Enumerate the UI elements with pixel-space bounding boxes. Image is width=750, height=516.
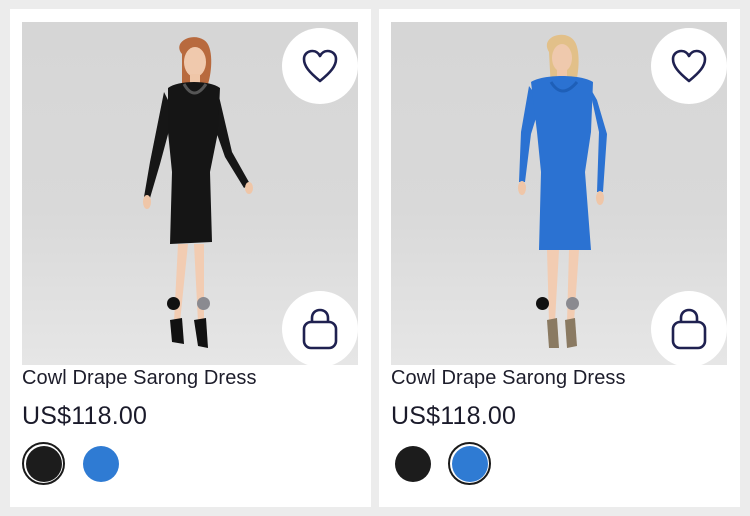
carousel-dot-1[interactable] [536, 297, 549, 310]
carousel-dot-2[interactable] [566, 297, 579, 310]
swatch-fill [394, 445, 431, 482]
product-card[interactable]: Cowl Drape Sarong Dress US$118.00 [379, 9, 740, 507]
product-title[interactable]: Cowl Drape Sarong Dress [22, 367, 257, 390]
product-image[interactable] [391, 22, 727, 365]
product-price: US$118.00 [391, 402, 517, 430]
color-swatches [391, 442, 491, 485]
color-swatch-black[interactable] [391, 442, 434, 485]
carousel-dot-2[interactable] [197, 297, 210, 310]
swatch-fill [82, 445, 119, 482]
wishlist-button[interactable] [651, 28, 727, 104]
product-image[interactable] [22, 22, 358, 365]
product-card[interactable]: Cowl Drape Sarong Dress US$118.00 [10, 9, 371, 507]
add-to-bag-button[interactable] [282, 291, 358, 365]
swatch-fill [25, 445, 62, 482]
heart-icon [302, 49, 338, 83]
color-swatch-blue[interactable] [79, 442, 122, 485]
image-carousel-dots [167, 297, 210, 310]
product-price: US$118.00 [22, 402, 148, 430]
product-grid: Cowl Drape Sarong Dress US$118.00 Cowl D… [10, 9, 740, 507]
product-title[interactable]: Cowl Drape Sarong Dress [391, 367, 626, 390]
carousel-dot-1[interactable] [167, 297, 180, 310]
heart-icon [671, 49, 707, 83]
color-swatch-blue[interactable] [448, 442, 491, 485]
shopping-bag-icon [302, 308, 338, 350]
color-swatch-black[interactable] [22, 442, 65, 485]
wishlist-button[interactable] [282, 28, 358, 104]
add-to-bag-button[interactable] [651, 291, 727, 365]
shopping-bag-icon [671, 308, 707, 350]
color-swatches [22, 442, 122, 485]
swatch-fill [451, 445, 488, 482]
image-carousel-dots [536, 297, 579, 310]
